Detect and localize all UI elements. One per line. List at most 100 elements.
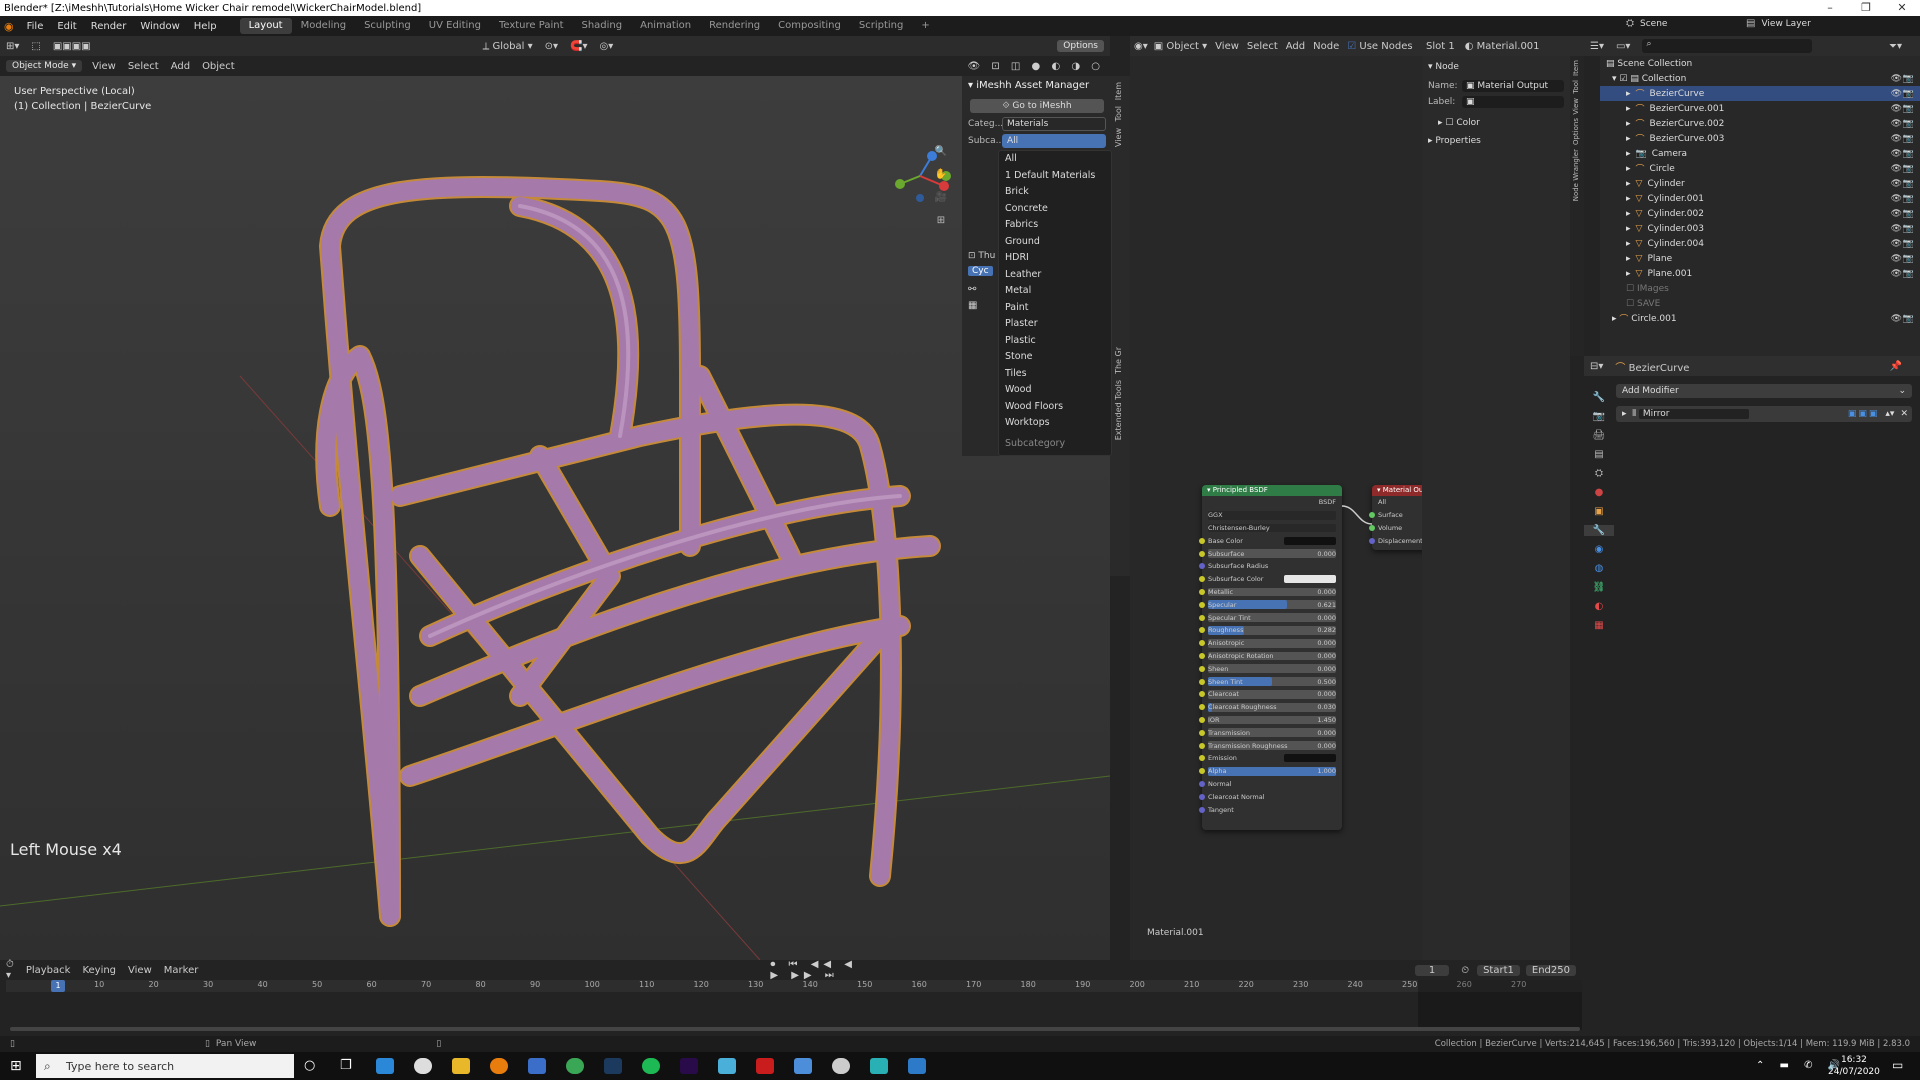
render-camera-icon[interactable]: 📷 (1903, 314, 1914, 324)
properties-type-icon[interactable]: ⊟▾ (1590, 361, 1603, 372)
dropdown-option[interactable]: Metal (999, 283, 1111, 300)
visibility-eye-icon[interactable]: 👁 (1891, 119, 1902, 129)
outliner-item[interactable]: ▸ ⌒ BezierCurve.002 👁 📷 (1600, 116, 1920, 131)
visibility-eye-icon[interactable]: 👁 (1891, 209, 1902, 219)
checkbox-icon[interactable]: ☐ (1626, 299, 1634, 309)
remove-modifier-icon[interactable]: ✕ (1900, 409, 1908, 419)
outliner-item[interactable]: ▸ ▽ Plane 👁 📷 (1600, 251, 1920, 266)
acrobat-icon[interactable] (756, 1058, 774, 1074)
app-icon-4[interactable] (832, 1058, 850, 1074)
zoom-icon[interactable]: 🔍 (932, 146, 950, 157)
node-menu-add[interactable]: Add (1286, 41, 1305, 52)
menu-add[interactable]: Add (171, 61, 190, 72)
output-tab-icon[interactable]: 🖨 (1584, 430, 1614, 441)
dropdown-option[interactable]: HDRI (999, 250, 1111, 267)
outliner-circle-001[interactable]: ▸ ⌒ Circle.001 👁 📷 (1600, 311, 1920, 326)
render-camera-icon[interactable]: 📷 (1903, 224, 1914, 234)
scene-name[interactable]: Scene (1640, 19, 1740, 29)
node-editor-type-icon[interactable]: ◉▾ (1134, 41, 1148, 52)
outliner-collection[interactable]: ▾ ☑ ▤ Collection 👁 📷 (1600, 71, 1920, 86)
move-up-down-icons[interactable]: ▴▾ (1885, 409, 1894, 419)
expand-icon[interactable]: ▸ (1626, 149, 1631, 159)
visibility-eye-icon[interactable]: 👁 (1891, 194, 1902, 204)
render-camera-icon[interactable]: 📷 (1903, 89, 1914, 99)
outliner-item[interactable]: ▸ ▽ Cylinder 👁 📷 (1600, 176, 1920, 191)
timeline-menu-marker[interactable]: Marker (164, 965, 199, 976)
filter-icon[interactable]: ⏷▾ (1889, 41, 1902, 52)
outliner-item[interactable]: ▸ ▽ Cylinder.003 👁 📷 (1600, 221, 1920, 236)
dropdown-option[interactable]: All (999, 151, 1111, 168)
node-menu-view[interactable]: View (1215, 41, 1239, 52)
tab-the-gr[interactable]: The Gr (1114, 347, 1123, 374)
playback-controls[interactable]: ⏺ ⏮ ◀◀ ◀ ▶ ▶▶ ⏭ (770, 959, 865, 981)
outliner-item[interactable]: ▸ 📷 Camera 👁 📷 (1600, 146, 1920, 161)
render-camera-icon[interactable]: 📷 (1903, 119, 1914, 129)
expand-icon[interactable]: ▸ (1626, 104, 1631, 114)
tab-animation[interactable]: Animation (631, 18, 700, 34)
view-layer-tab-icon[interactable]: ▤ (1584, 449, 1614, 460)
editor-type-icon[interactable]: ⊞▾ (6, 41, 19, 52)
view-layer-name[interactable]: View Layer (1761, 19, 1810, 29)
mirror-modifier-row[interactable]: ▸ ⫴ Mirror ▣▣▣ ▴▾ ✕ (1616, 406, 1912, 422)
render-camera-icon[interactable]: 📷 (1903, 104, 1914, 114)
dropdown-option[interactable]: Plastic (999, 333, 1111, 350)
outliner-search-field[interactable]: ⌕ (1642, 39, 1813, 53)
render-camera-icon[interactable]: 📷 (1903, 74, 1914, 84)
pin-icon[interactable]: 📌 (1890, 361, 1902, 372)
menu-edit[interactable]: Edit (50, 21, 83, 32)
tab-layout[interactable]: Layout (239, 18, 292, 34)
dropdown-option[interactable]: Plaster (999, 316, 1111, 333)
tab-modeling[interactable]: Modeling (292, 18, 356, 34)
pan-hand-icon[interactable]: ✋ (932, 169, 950, 180)
tab-scripting[interactable]: Scripting (850, 18, 912, 34)
snap-icon[interactable]: 🧲▾ (570, 41, 587, 52)
tab-texture-paint[interactable]: Texture Paint (490, 18, 573, 34)
tool-tab-icon[interactable]: 🔧 (1584, 392, 1614, 403)
visibility-eye-icon[interactable]: 👁 (1891, 74, 1902, 84)
node-tab-options[interactable]: Options (1572, 118, 1580, 145)
outliner-item[interactable]: ▸ ⌒ BezierCurve 👁 📷 (1600, 86, 1920, 101)
render-camera-icon[interactable]: 📷 (1903, 149, 1914, 159)
tab-rendering[interactable]: Rendering (700, 18, 769, 34)
timeline-menu-keying[interactable]: Keying (82, 965, 116, 976)
timeline-menu-view[interactable]: View (128, 965, 152, 976)
close-icon[interactable]: ✕ (1884, 0, 1920, 16)
expand-icon[interactable]: ▸ (1626, 194, 1631, 204)
category-select[interactable]: Materials (1002, 117, 1106, 131)
node-properties-header[interactable]: ▸ Properties (1422, 130, 1570, 152)
dropdown-option[interactable]: Wood (999, 382, 1111, 399)
expand-icon[interactable]: ▸ (1626, 224, 1631, 234)
end-field[interactable]: End 250 (1525, 964, 1576, 976)
thumbnail-stub[interactable]: ⊡ Thu (968, 251, 995, 261)
slot-select[interactable]: Slot 1 (1426, 41, 1455, 52)
transform-orientation[interactable]: ⟂ Global ▾ (483, 41, 533, 52)
visibility-eye-icon[interactable]: 👁 (1891, 239, 1902, 249)
chrome-icon[interactable] (566, 1058, 584, 1074)
options-button[interactable]: Options (1057, 40, 1104, 52)
outliner-images[interactable]: ☐ IMages (1600, 281, 1920, 296)
timeline-ruler[interactable]: 1102030405060708090100110120130140150160… (6, 980, 1582, 992)
menu-file[interactable]: File (20, 21, 51, 32)
start-field[interactable]: Start 1 (1477, 964, 1520, 976)
goto-imeshh-button[interactable]: ⟐ Go to iMeshh (970, 99, 1104, 113)
visibility-eye-icon[interactable]: 👁 (1891, 149, 1902, 159)
visibility-eye-icon[interactable]: 👁 (1891, 104, 1902, 114)
node-menu-node[interactable]: Node (1313, 41, 1339, 52)
blender-taskbar-icon[interactable] (490, 1058, 508, 1074)
scene-tab-icon[interactable]: ⛭ (1584, 468, 1614, 479)
windows-start-icon[interactable]: ⊞ (10, 1058, 22, 1074)
expand-icon[interactable]: ▸ (1626, 239, 1631, 249)
visibility-eye-icon[interactable]: 👁 (1891, 269, 1902, 279)
display-mode-icon[interactable]: ▭▾ (1616, 41, 1630, 52)
playhead[interactable]: 1 (51, 980, 65, 992)
camera-view-icon[interactable]: 🎥 (932, 192, 950, 203)
tab-item[interactable]: Item (1114, 82, 1123, 100)
app-icon-6[interactable] (908, 1058, 926, 1074)
calculator-icon[interactable] (528, 1058, 546, 1074)
outliner-item[interactable]: ▸ ⌒ Circle 👁 📷 (1600, 161, 1920, 176)
modifier-tab-icon[interactable]: 🔧 (1584, 525, 1614, 536)
node-tab-wrangler[interactable]: Node Wrangler (1572, 149, 1580, 201)
visibility-eye-icon[interactable]: 👁 (1891, 134, 1902, 144)
viewport-shading-icons[interactable]: 👁 ⊡ ◫ ● ◐ ◑ ○ (968, 61, 1105, 72)
expand-icon[interactable]: ▸ (1622, 409, 1627, 419)
